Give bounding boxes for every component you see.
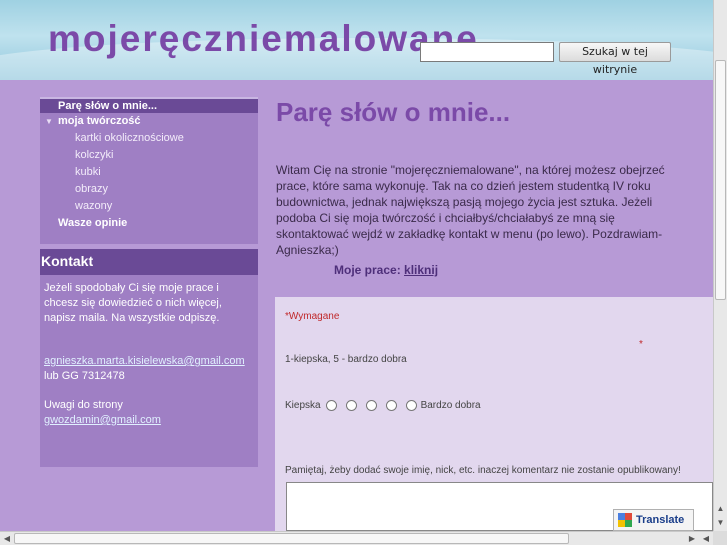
site-header: mojeręczniemalowane Szukaj w tej witryni… [0,0,713,80]
scroll-up-icon[interactable]: ▲ [714,502,727,516]
remarks-label: Uwagi do strony [44,399,123,411]
rating-radio-3[interactable] [365,400,377,411]
vertical-scrollbar[interactable]: ▲ ▼ [713,0,727,531]
translate-label: Translate [636,514,685,526]
rating-radio-5[interactable] [405,400,417,411]
nav-item-mugs[interactable]: kubki [40,164,258,181]
scroll-left-alt-icon[interactable]: ◀ [699,532,713,545]
rating-radio-4[interactable] [385,400,397,411]
nav-item-my-works[interactable]: moja twórczość [40,113,258,130]
search-button[interactable]: Szukaj w tej witrynie [559,42,671,76]
nav-bullet-icon: ▼ [45,117,53,126]
works-label: Moje prace: [334,263,401,277]
rating-low-label: Kiepska [285,400,321,411]
rating-high-label: Bardzo dobra [420,400,481,411]
remarks-email-link[interactable]: gwozdamin@gmail.com [44,414,161,426]
scroll-right-icon[interactable]: ▶ [685,532,699,545]
scrollbar-corner [713,531,727,545]
contact-gg: lub GG 7312478 [44,370,125,382]
required-note: *Wymagane [285,311,340,322]
vertical-scroll-thumb[interactable] [715,60,726,300]
page-title: Parę słów o mnie... [276,97,511,127]
scroll-left-icon[interactable]: ◀ [0,532,14,545]
google-translate-icon [618,513,632,527]
search-input[interactable] [420,42,554,62]
nav-item-paintings[interactable]: obrazy [40,181,258,198]
site-title[interactable]: mojeręczniemalowane [48,18,479,64]
nav-item-vases[interactable]: wazony [40,198,258,215]
nav-item-earrings[interactable]: kolczyki [40,147,258,164]
horizontal-scroll-thumb[interactable] [14,533,569,544]
works-link[interactable]: kliknij [404,263,438,277]
nav-item-opinions[interactable]: Wasze opinie [40,215,258,232]
contact-heading: Kontakt [40,249,258,275]
required-star: * [639,339,643,350]
contact-text: Jeżeli spodobały Ci się moje prace i chc… [44,282,222,324]
scroll-down-icon[interactable]: ▼ [714,516,727,530]
works-line: Moje prace: kliknij [334,263,438,277]
nav-item-cards[interactable]: kartki okolicznościowe [40,130,258,147]
rating-radio-2[interactable] [345,400,357,411]
contact-box: Kontakt Jeżeli spodobały Ci się moje pra… [40,249,258,467]
contact-email-link[interactable]: agnieszka.marta.kisielewska@gmail.com [44,355,245,367]
opinion-form: *Wymagane * 1-kiepska, 5 - bardzo dobra … [275,297,713,531]
comment-hint: Pamiętaj, żeby dodać swoje imię, nick, e… [285,465,681,476]
intro-text: Witam Cię na stronie "mojeręczniemalowan… [276,163,665,257]
rating-radio-1[interactable] [325,400,337,411]
nav-item-about[interactable]: Parę słów o mnie... [40,97,258,113]
horizontal-scrollbar[interactable]: ◀ ▶ ◀ [0,531,713,545]
rating-scale-description: 1-kiepska, 5 - bardzo dobra [285,354,407,365]
rating-row: Kiepska Bardzo dobra [285,400,481,411]
sidebar-nav: Parę słów o mnie... ▼ moja twórczość kar… [40,97,258,244]
translate-button[interactable]: Translate [613,509,694,531]
